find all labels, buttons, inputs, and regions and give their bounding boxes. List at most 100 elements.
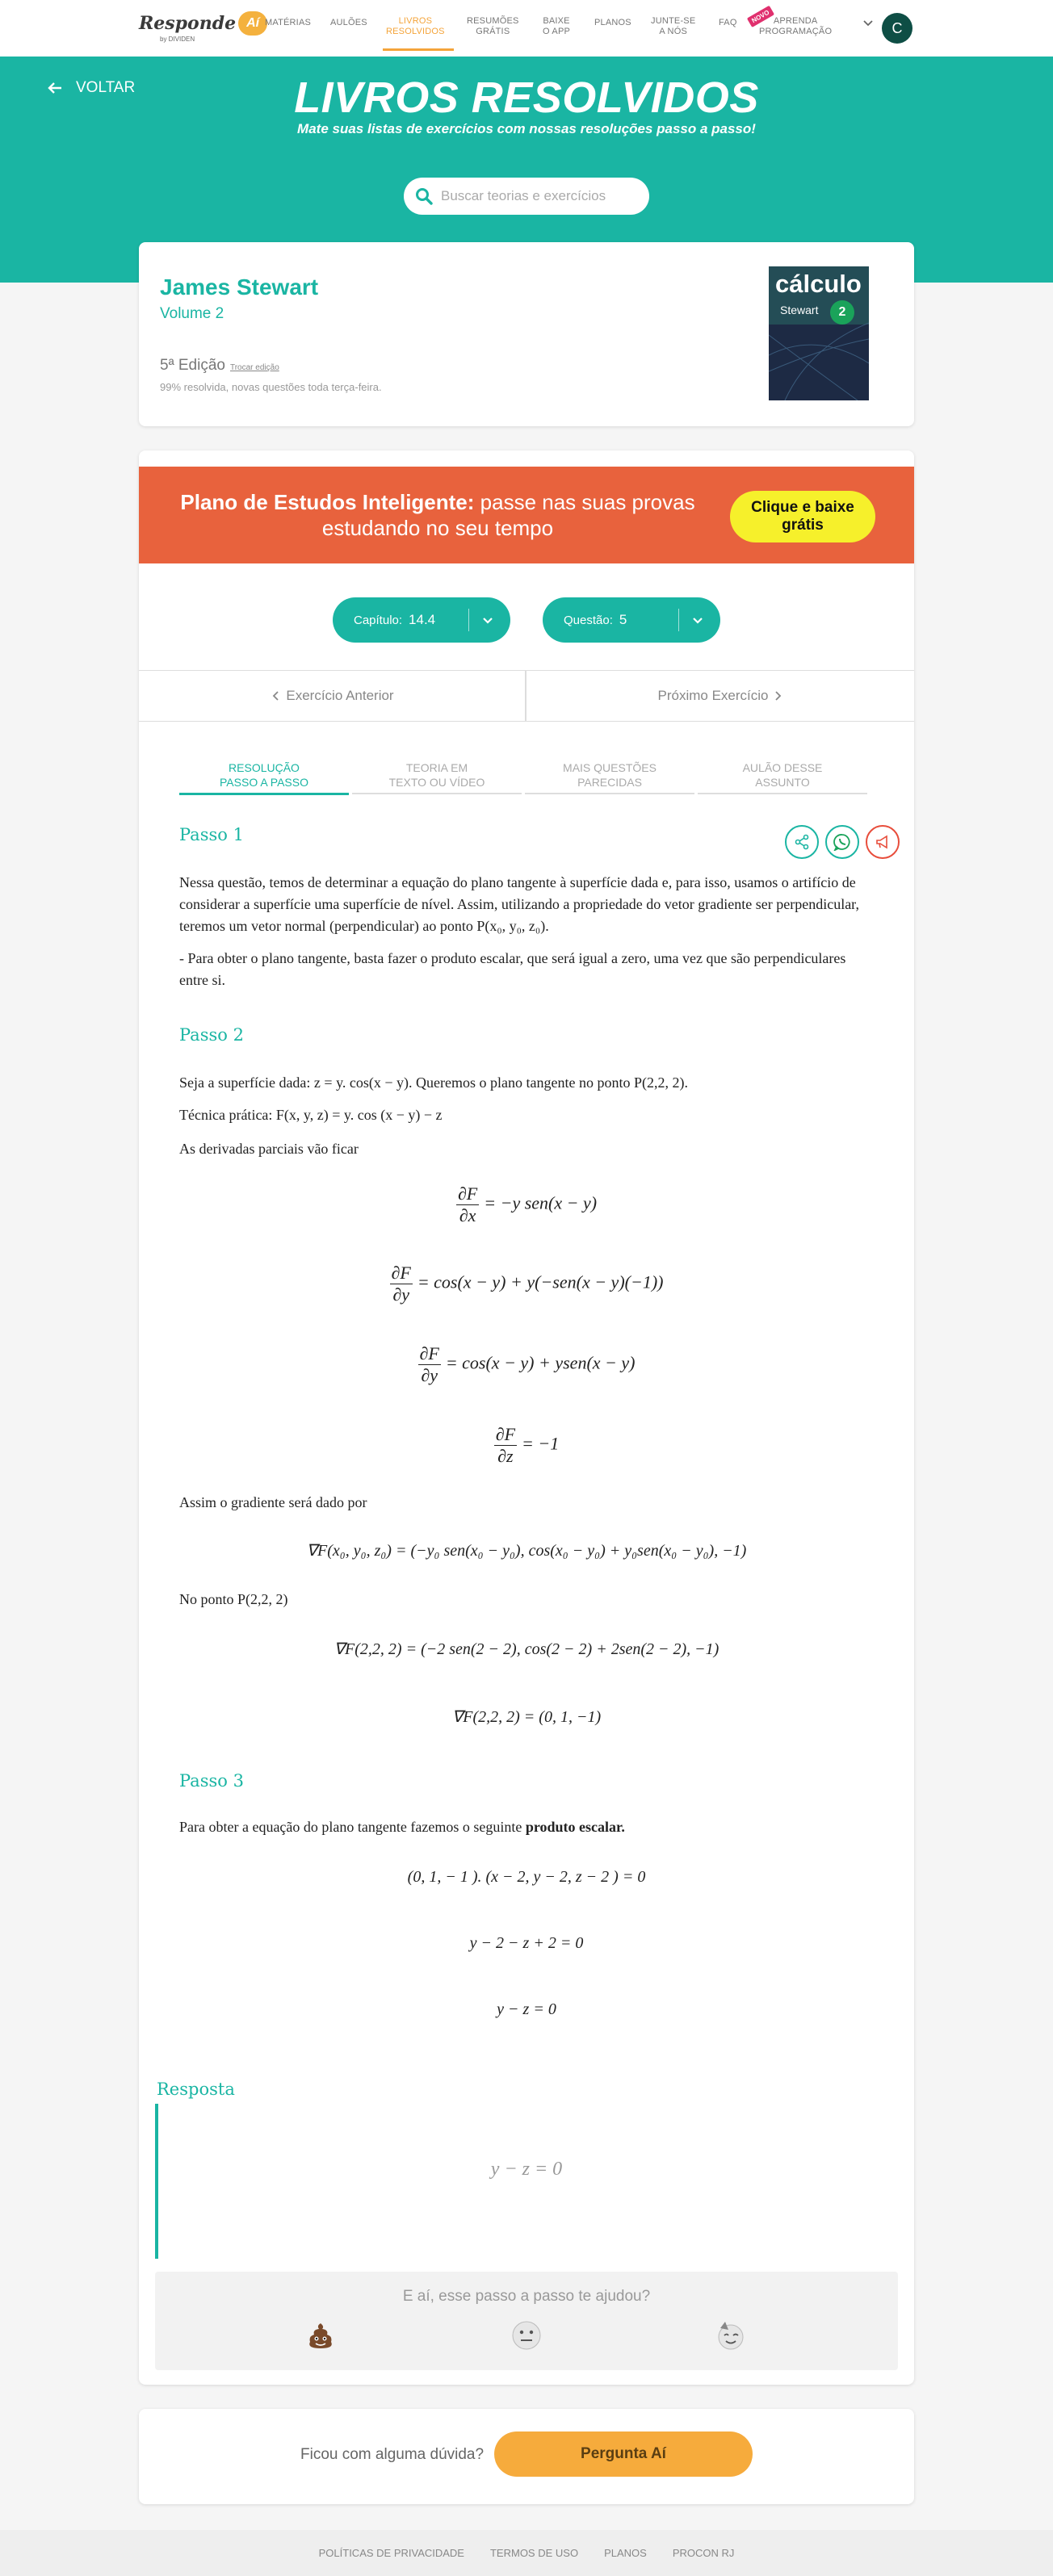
ask-card: Ficou com alguma dúvida? Pergunta Aí	[139, 2409, 914, 2504]
tab-label: texto ou vídeo	[388, 776, 485, 789]
nav-label: Matérias	[265, 18, 312, 27]
fraction: ∂F ∂y	[417, 1343, 441, 1386]
prev-label: Exercício Anterior	[286, 688, 394, 703]
footer-link-plans[interactable]: Planos	[604, 2547, 647, 2559]
nav-label: Programação	[759, 27, 833, 36]
nav-label: Resumões	[467, 16, 519, 26]
download-free-button[interactable]: Clique e baixe grátis	[730, 491, 875, 542]
answer-accent-bar	[155, 2104, 158, 2259]
resolved-status: 99% resolvida, novas questões toda terça…	[160, 381, 382, 393]
chevron-down-icon	[483, 618, 493, 624]
equation-partial-x: ∂F ∂x = −y sen(x − y)	[139, 1183, 914, 1226]
step-2-paragraph-5: No ponto P(2,2, 2)	[179, 1591, 288, 1607]
nav-junte-se[interactable]: Junte-se a nós	[651, 16, 695, 37]
step-2-paragraph-1: Seja a superfície dada: z = y. cos(x − y…	[179, 1074, 688, 1091]
megaphone-icon	[876, 835, 887, 849]
promo-banner: Plano de Estudos Inteligente: passe nas …	[139, 467, 914, 563]
logo-subtitle: by DIVIDEN	[160, 36, 195, 43]
step-2-paragraph-3: As derivadas parciais vão ficar	[179, 1141, 359, 1157]
paragraph-bold: produto escalar.	[525, 1819, 625, 1835]
ask-question-button[interactable]: Pergunta Aí	[494, 2431, 753, 2477]
step-3-title: Passo 3	[179, 1771, 244, 1791]
select-divider	[678, 609, 679, 631]
nav-planos[interactable]: Planos	[594, 18, 631, 28]
logo[interactable]: Responde Aí by DIVIDEN	[139, 11, 268, 43]
nav-resumoes-gratis[interactable]: Resumões Grátis	[467, 16, 519, 37]
party-emoji-button[interactable]	[715, 2320, 746, 2351]
nav-label: Planos	[594, 18, 631, 27]
footer: Políticas de Privacidade Termos de Uso P…	[0, 2530, 1053, 2576]
fraction: ∂F ∂y	[389, 1263, 413, 1305]
nav-livros-resolvidos[interactable]: Livros Resolvidos	[386, 16, 445, 37]
poop-emoji-icon	[309, 2323, 332, 2348]
equation-partial-y: ∂F ∂y = cos(x − y) + y(−sen(x − y)(−1))	[139, 1263, 914, 1305]
chapter-select[interactable]: Capítulo: 14.4	[333, 597, 510, 643]
nav-label: Resolvidos	[386, 27, 445, 36]
search-icon	[416, 188, 433, 205]
step-2-paragraph-4: Assim o gradiente será dado por	[179, 1494, 367, 1510]
equation-gradient-point: ∇F(2,2, 2) = (−2 sen(2 − 2), cos(2 − 2) …	[334, 1640, 719, 1658]
nav-label: a nós	[659, 27, 687, 36]
tab-mais-questoes[interactable]: Mais questões parecidas	[525, 760, 694, 794]
footer-link-terms[interactable]: Termos de Uso	[490, 2547, 578, 2559]
equation-gradient-result: ∇F(2,2, 2) = (0, 1, −1)	[451, 1708, 602, 1726]
nav-materias[interactable]: Matérias	[265, 18, 311, 28]
neutral-emoji-button[interactable]	[511, 2320, 542, 2351]
report-button[interactable]	[866, 825, 900, 859]
tab-resolucao[interactable]: Resolução passo a passo	[179, 760, 349, 795]
whatsapp-icon	[833, 834, 850, 851]
poop-emoji-button[interactable]	[305, 2320, 336, 2351]
tab-aulao[interactable]: Aulão desse assunto	[698, 760, 867, 794]
share-icon	[795, 834, 809, 850]
equation-partial-z: ∂F ∂z = −1	[139, 1424, 914, 1467]
fraction: ∂F ∂z	[493, 1424, 518, 1467]
select-divider	[468, 609, 469, 631]
whatsapp-button[interactable]	[825, 825, 859, 859]
search-bar[interactable]	[404, 178, 649, 215]
equation-rhs: = −y sen(x − y)	[484, 1192, 598, 1213]
step-actions	[785, 825, 900, 859]
share-button[interactable]	[785, 825, 819, 859]
book-card: James Stewart Volume 2 5ª Edição Trocar e…	[139, 242, 914, 426]
book-edition: 5ª Edição Trocar edição	[160, 357, 279, 375]
neutral-face-icon	[512, 2321, 541, 2350]
numerator: ∂F	[455, 1183, 480, 1205]
nav-faq[interactable]: FAQ	[719, 18, 737, 28]
footer-link-privacy[interactable]: Políticas de Privacidade	[319, 2547, 464, 2559]
footer-link-procon[interactable]: Procon RJ	[673, 2547, 735, 2559]
previous-exercise-button[interactable]: Exercício Anterior	[139, 671, 526, 721]
nav-label: Baixe	[543, 16, 570, 26]
nav-baixe-o-app[interactable]: Baixe o App	[543, 16, 570, 37]
question-select[interactable]: Questão: 5	[543, 597, 720, 643]
nav-label: Livros	[398, 16, 433, 26]
chevron-down-icon	[693, 618, 703, 624]
logo-text: Responde	[139, 13, 237, 34]
question-value: 5	[619, 612, 627, 627]
next-label: Próximo Exercício	[657, 688, 769, 703]
next-exercise-button[interactable]: Próximo Exercício	[526, 671, 914, 721]
tab-label: Aulão desse	[742, 761, 823, 774]
nav-label: Junte-se	[651, 16, 696, 26]
answer-value: y − z = 0	[490, 2159, 563, 2180]
search-input[interactable]	[441, 188, 631, 204]
equation-rhs: = −1	[522, 1433, 560, 1454]
cover-title: cálculo	[775, 270, 862, 298]
tab-teoria[interactable]: Teoria em texto ou vídeo	[352, 760, 522, 794]
tab-label: parecidas	[577, 776, 642, 789]
top-navbar: Responde Aí by DIVIDEN Matérias Aulões L…	[0, 0, 1053, 57]
step-1-title: Passo 1	[179, 825, 244, 844]
nav-label: FAQ	[719, 18, 737, 27]
avatar[interactable]: C	[882, 13, 912, 44]
feedback-question: E aí, esse passo a passo te ajudou?	[402, 2288, 651, 2305]
nav-label: o App	[543, 27, 571, 36]
edition-label: 5ª Edição	[160, 357, 225, 374]
chevron-down-icon[interactable]	[862, 18, 874, 29]
denominator: ∂z	[497, 1446, 514, 1466]
nav-aprenda-programacao[interactable]: Aprenda Programação	[759, 16, 832, 37]
denominator: ∂y	[392, 1284, 409, 1305]
change-edition-link[interactable]: Trocar edição	[230, 363, 279, 372]
nav-auloes[interactable]: Aulões	[330, 18, 367, 28]
nav-label: Grátis	[476, 27, 510, 36]
book-author: James Stewart	[160, 274, 319, 299]
chevron-right-icon	[775, 691, 782, 701]
